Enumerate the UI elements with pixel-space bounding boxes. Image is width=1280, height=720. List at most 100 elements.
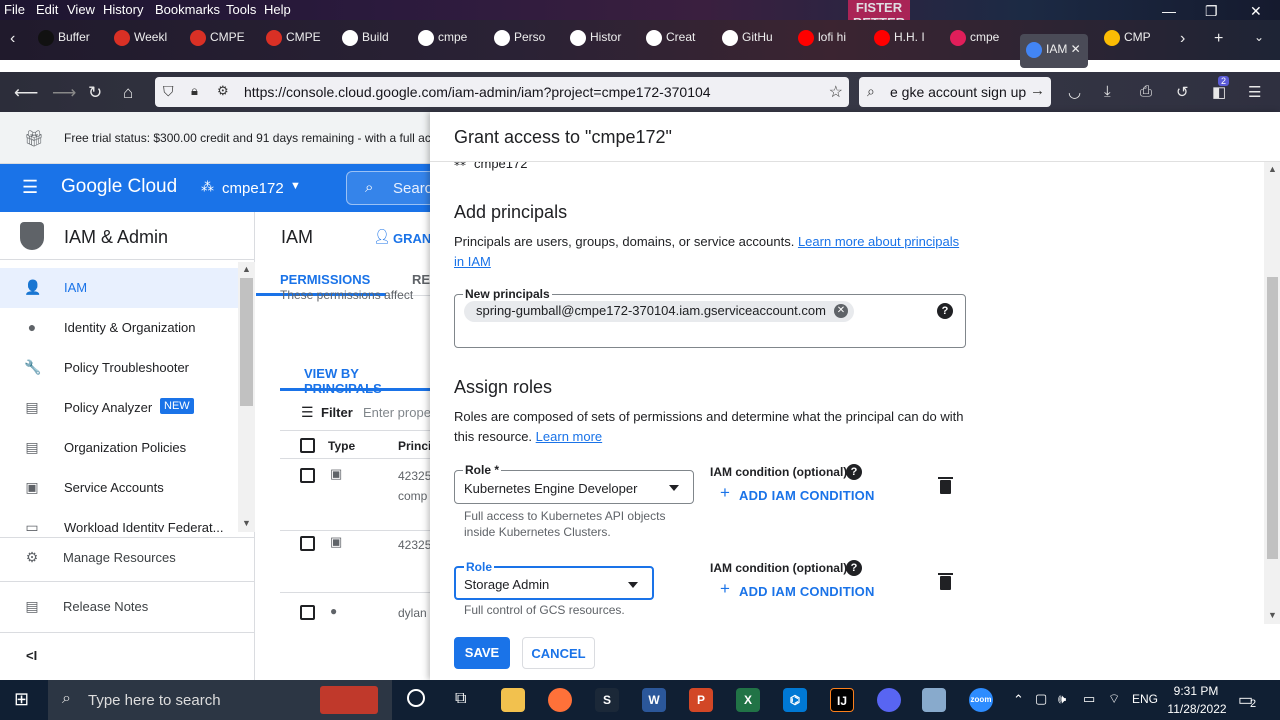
- tray-chevron-icon[interactable]: ⌃: [1013, 692, 1024, 708]
- sidebar-item-workload-identity-federat[interactable]: ▭ Workload Identity Federat...: [0, 508, 238, 532]
- row-checkbox[interactable]: [300, 468, 315, 483]
- cancel-button[interactable]: CANCEL: [522, 637, 595, 669]
- shield-icon[interactable]: ⛉: [163, 83, 174, 100]
- column-type[interactable]: Type: [328, 439, 355, 453]
- remove-chip-icon[interactable]: ✕: [833, 304, 848, 318]
- sidebar-item-identity-organization[interactable]: ● Identity & Organization: [0, 308, 238, 348]
- menu-edit[interactable]: Edit: [36, 2, 58, 17]
- minimize-icon[interactable]: —: [1162, 3, 1176, 19]
- vscode-icon[interactable]: ⌬: [783, 688, 807, 712]
- browser-tab[interactable]: CMP: [1104, 30, 1170, 50]
- add-icon[interactable]: +: [720, 483, 730, 503]
- person-add-icon[interactable]: 👤︎: [373, 228, 391, 245]
- menu-bookmarks[interactable]: Bookmarks: [155, 2, 220, 17]
- filter-icon[interactable]: ☰: [301, 404, 314, 421]
- save-button[interactable]: SAVE: [454, 637, 510, 669]
- add-icon[interactable]: +: [720, 579, 730, 599]
- permissions-icon[interactable]: ⚙: [217, 83, 229, 99]
- browser-tab[interactable]: Weekl: [114, 30, 180, 50]
- clock-date[interactable]: 11/28/2022: [1164, 702, 1230, 716]
- select-all-checkbox[interactable]: [300, 438, 315, 453]
- close-tab-icon[interactable]: ✕: [1067, 42, 1081, 56]
- word-icon[interactable]: W: [642, 688, 666, 712]
- tab-recommendations[interactable]: REC: [412, 272, 430, 287]
- browser-tab[interactable]: CMPE: [190, 30, 256, 50]
- menu-tools[interactable]: Tools: [226, 2, 256, 17]
- home-icon[interactable]: ⌂: [123, 83, 133, 103]
- browser-tab[interactable]: cmpe: [950, 30, 1016, 50]
- forward-icon[interactable]: ⟶: [52, 83, 76, 103]
- tabs-scroll-left-icon[interactable]: ‹: [10, 30, 15, 50]
- wifi-icon[interactable]: ⌔: [1108, 691, 1120, 707]
- battery-icon[interactable]: ▭: [1083, 691, 1095, 707]
- discord-icon[interactable]: [877, 688, 901, 712]
- taskbar-search[interactable]: ⌕ Type here to search: [48, 680, 392, 720]
- filter-label[interactable]: Filter: [321, 405, 353, 420]
- add-iam-condition-button[interactable]: ADD IAM CONDITION: [739, 488, 875, 503]
- collapse-sidebar-icon[interactable]: <I: [26, 648, 37, 663]
- browser-search-text[interactable]: e gke account sign up: [890, 84, 1026, 100]
- sidebar-item-organization-policies[interactable]: ▤ Organization Policies: [0, 428, 238, 468]
- sidebar-item-service-accounts[interactable]: ▣ Service Accounts: [0, 468, 238, 508]
- dropdown-arrow-icon[interactable]: [669, 485, 679, 491]
- history-icon[interactable]: ↺: [1176, 83, 1189, 101]
- menu-history[interactable]: History: [103, 2, 143, 17]
- taskbar-search-placeholder[interactable]: Type here to search: [88, 692, 221, 709]
- sidebar-scrollbar[interactable]: ▲ ▼: [238, 262, 255, 532]
- browser-tab[interactable]: Perso: [494, 30, 560, 50]
- main-menu-icon[interactable]: ☰: [22, 177, 38, 198]
- task-view-icon[interactable]: ⧉: [455, 690, 466, 708]
- language-indicator[interactable]: ENG: [1132, 692, 1158, 706]
- sidebar-item-iam[interactable]: 👤 IAM: [0, 268, 238, 308]
- hamburger-menu-icon[interactable]: ☰: [1248, 83, 1261, 101]
- menu-file[interactable]: File: [4, 2, 25, 17]
- panel-scrollbar[interactable]: ▲ ▼: [1264, 162, 1280, 624]
- tab-permissions[interactable]: PERMISSIONS: [280, 272, 370, 287]
- lock-icon[interactable]: 🔒︎: [191, 83, 198, 99]
- browser-tab[interactable]: lofi hi: [798, 30, 864, 50]
- delete-role-icon[interactable]: [938, 477, 953, 494]
- chevron-down-icon[interactable]: ▼: [290, 180, 301, 192]
- new-principals-field[interactable]: New principals spring-gumball@cmpe172-37…: [454, 287, 966, 348]
- column-principal[interactable]: Princi: [398, 439, 430, 453]
- principal-chip[interactable]: spring-gumball@cmpe172-370104.iam.gservi…: [464, 301, 854, 322]
- url-bar[interactable]: ⛉ 🔒︎ ⚙ https://console.cloud.google.com/…: [155, 77, 849, 107]
- grant-access-button[interactable]: GRANT: [393, 231, 430, 246]
- dropdown-arrow-icon[interactable]: [628, 582, 638, 588]
- sidebar-item-policy-analyzer[interactable]: ▤ Policy Analyzer NEW: [0, 388, 238, 428]
- powerpoint-icon[interactable]: P: [689, 688, 713, 712]
- learn-more-roles-link[interactable]: Learn more: [536, 429, 602, 444]
- browser-tab[interactable]: CMPE: [266, 30, 332, 50]
- windows-start-icon[interactable]: ⊞: [14, 689, 29, 710]
- print-icon[interactable]: ⎙: [1140, 83, 1152, 100]
- help-icon[interactable]: ?: [846, 464, 862, 480]
- browser-tab[interactable]: Build: [342, 30, 408, 50]
- google-cloud-logo[interactable]: Google Cloud: [61, 176, 177, 198]
- firefox-icon[interactable]: [548, 688, 572, 712]
- volume-icon[interactable]: 🕪︎: [1058, 691, 1066, 707]
- url-text[interactable]: https://console.cloud.google.com/iam-adm…: [244, 84, 711, 100]
- view-by-principals-tab[interactable]: VIEW BY PRINCIPALS: [304, 366, 430, 396]
- tabs-scroll-right-icon[interactable]: ›: [1180, 30, 1185, 50]
- filter-input[interactable]: Enter prope: [363, 405, 430, 420]
- browser-tab[interactable]: GitHu: [722, 30, 788, 50]
- sidebar-item-policy-troubleshooter[interactable]: 🔧 Policy Troubleshooter: [0, 348, 238, 388]
- file-explorer-icon[interactable]: [501, 688, 525, 712]
- delete-role-icon[interactable]: [938, 573, 953, 590]
- browser-tab[interactable]: Buffer: [38, 30, 104, 50]
- role-select-2[interactable]: Role Storage Admin: [454, 560, 654, 600]
- browser-tab[interactable]: cmpe: [418, 30, 484, 50]
- help-icon[interactable]: ?: [846, 560, 862, 576]
- clock-time[interactable]: 9:31 PM: [1173, 684, 1219, 698]
- close-window-icon[interactable]: ✕: [1250, 3, 1262, 20]
- tray-device-icon[interactable]: ▢: [1035, 691, 1047, 707]
- tab-list-icon[interactable]: ⌄: [1254, 30, 1264, 50]
- new-tab-icon[interactable]: +: [1214, 30, 1223, 50]
- bookmark-star-icon[interactable]: ☆: [829, 82, 843, 102]
- downloads-icon[interactable]: ⤓: [1104, 83, 1111, 100]
- intellij-icon[interactable]: IJ: [830, 688, 854, 712]
- browser-tab[interactable]: H.H. I: [874, 30, 940, 50]
- menu-view[interactable]: View: [67, 2, 95, 17]
- row-checkbox[interactable]: [300, 536, 315, 551]
- menu-help[interactable]: Help: [264, 2, 291, 17]
